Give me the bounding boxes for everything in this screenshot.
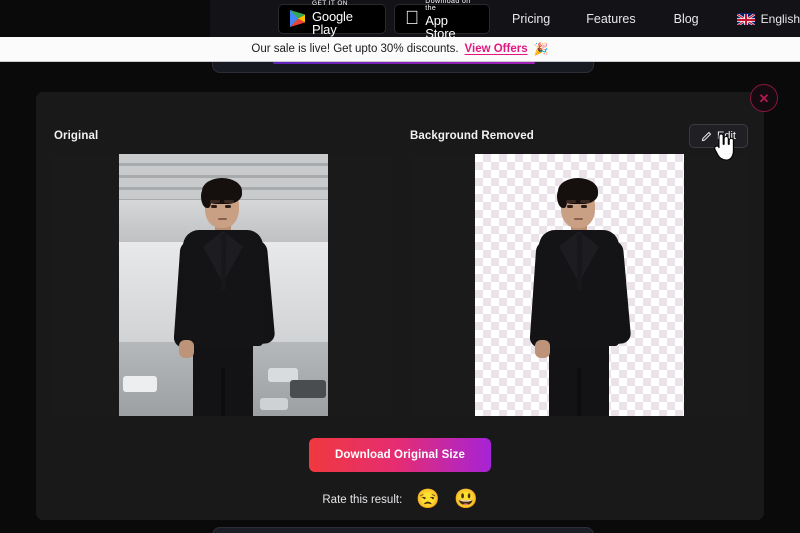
original-image [118, 154, 328, 416]
download-original-size-button[interactable]: Download Original Size [309, 438, 491, 472]
close-button[interactable]: ✕ [750, 84, 778, 112]
google-play-badge-text: GET IT ON Google Play [312, 1, 375, 36]
subject-man-cutout [519, 168, 639, 416]
app-store-small-label: Download on the [416, 0, 476, 15]
uk-flag-icon [736, 12, 755, 25]
background-removed-panel: Background Removed Edit [410, 124, 748, 416]
rating-positive-emoji[interactable]: 😃 [454, 490, 478, 509]
app-store-badge[interactable]:  Download on the App Store [394, 0, 491, 40]
language-label: English [756, 11, 800, 26]
background-removed-image-frame [410, 154, 748, 416]
google-play-small-label: GET IT ON [312, 0, 348, 8]
google-play-icon [289, 9, 306, 28]
page-left-gutter [0, 62, 36, 533]
close-icon: ✕ [758, 90, 770, 106]
pencil-icon [701, 131, 712, 142]
top-navbar: GET IT ON Google Play  Download on the … [210, 0, 800, 40]
google-play-badge[interactable]: GET IT ON Google Play [278, 1, 387, 36]
nav-link-features[interactable]: Features [586, 12, 635, 26]
page-root: Drag & drop an image here or click to up… [0, 0, 800, 533]
rating-row: Rate this result: 😒 😃 [322, 490, 477, 509]
view-offers-link[interactable]: View Offers [465, 43, 528, 55]
original-image-frame [54, 154, 392, 416]
original-panel: Original [54, 130, 392, 416]
apple-icon:  [405, 9, 419, 28]
background-removed-image [474, 154, 684, 416]
party-popper-icon: 🎉 [533, 42, 549, 56]
subject-man-original [163, 168, 283, 416]
promo-banner: Our sale is live! Get upto 30% discounts… [0, 37, 800, 62]
original-panel-title: Original [54, 130, 99, 142]
rating-label: Rate this result: [322, 493, 403, 506]
nav-link-pricing[interactable]: Pricing [512, 12, 550, 26]
edit-button-label: Edit [717, 130, 736, 142]
page-right-gutter [764, 62, 800, 533]
app-store-badge-text: Download on the App Store [425, 0, 479, 40]
below-modal-panel [212, 527, 594, 533]
language-selector[interactable]: English [736, 11, 800, 26]
nav-link-blog[interactable]: Blog [674, 12, 699, 26]
result-modal: ✕ Original Background Removed Edit Downl… [36, 84, 778, 520]
google-play-big-label: Google Play [312, 8, 353, 37]
app-store-big-label: App Store [416, 14, 473, 40]
promo-text: Our sale is live! Get upto 30% discounts… [251, 43, 459, 55]
rating-negative-emoji[interactable]: 😒 [416, 490, 440, 509]
upload-progress-bar [273, 62, 535, 64]
edit-button[interactable]: Edit [689, 124, 748, 148]
